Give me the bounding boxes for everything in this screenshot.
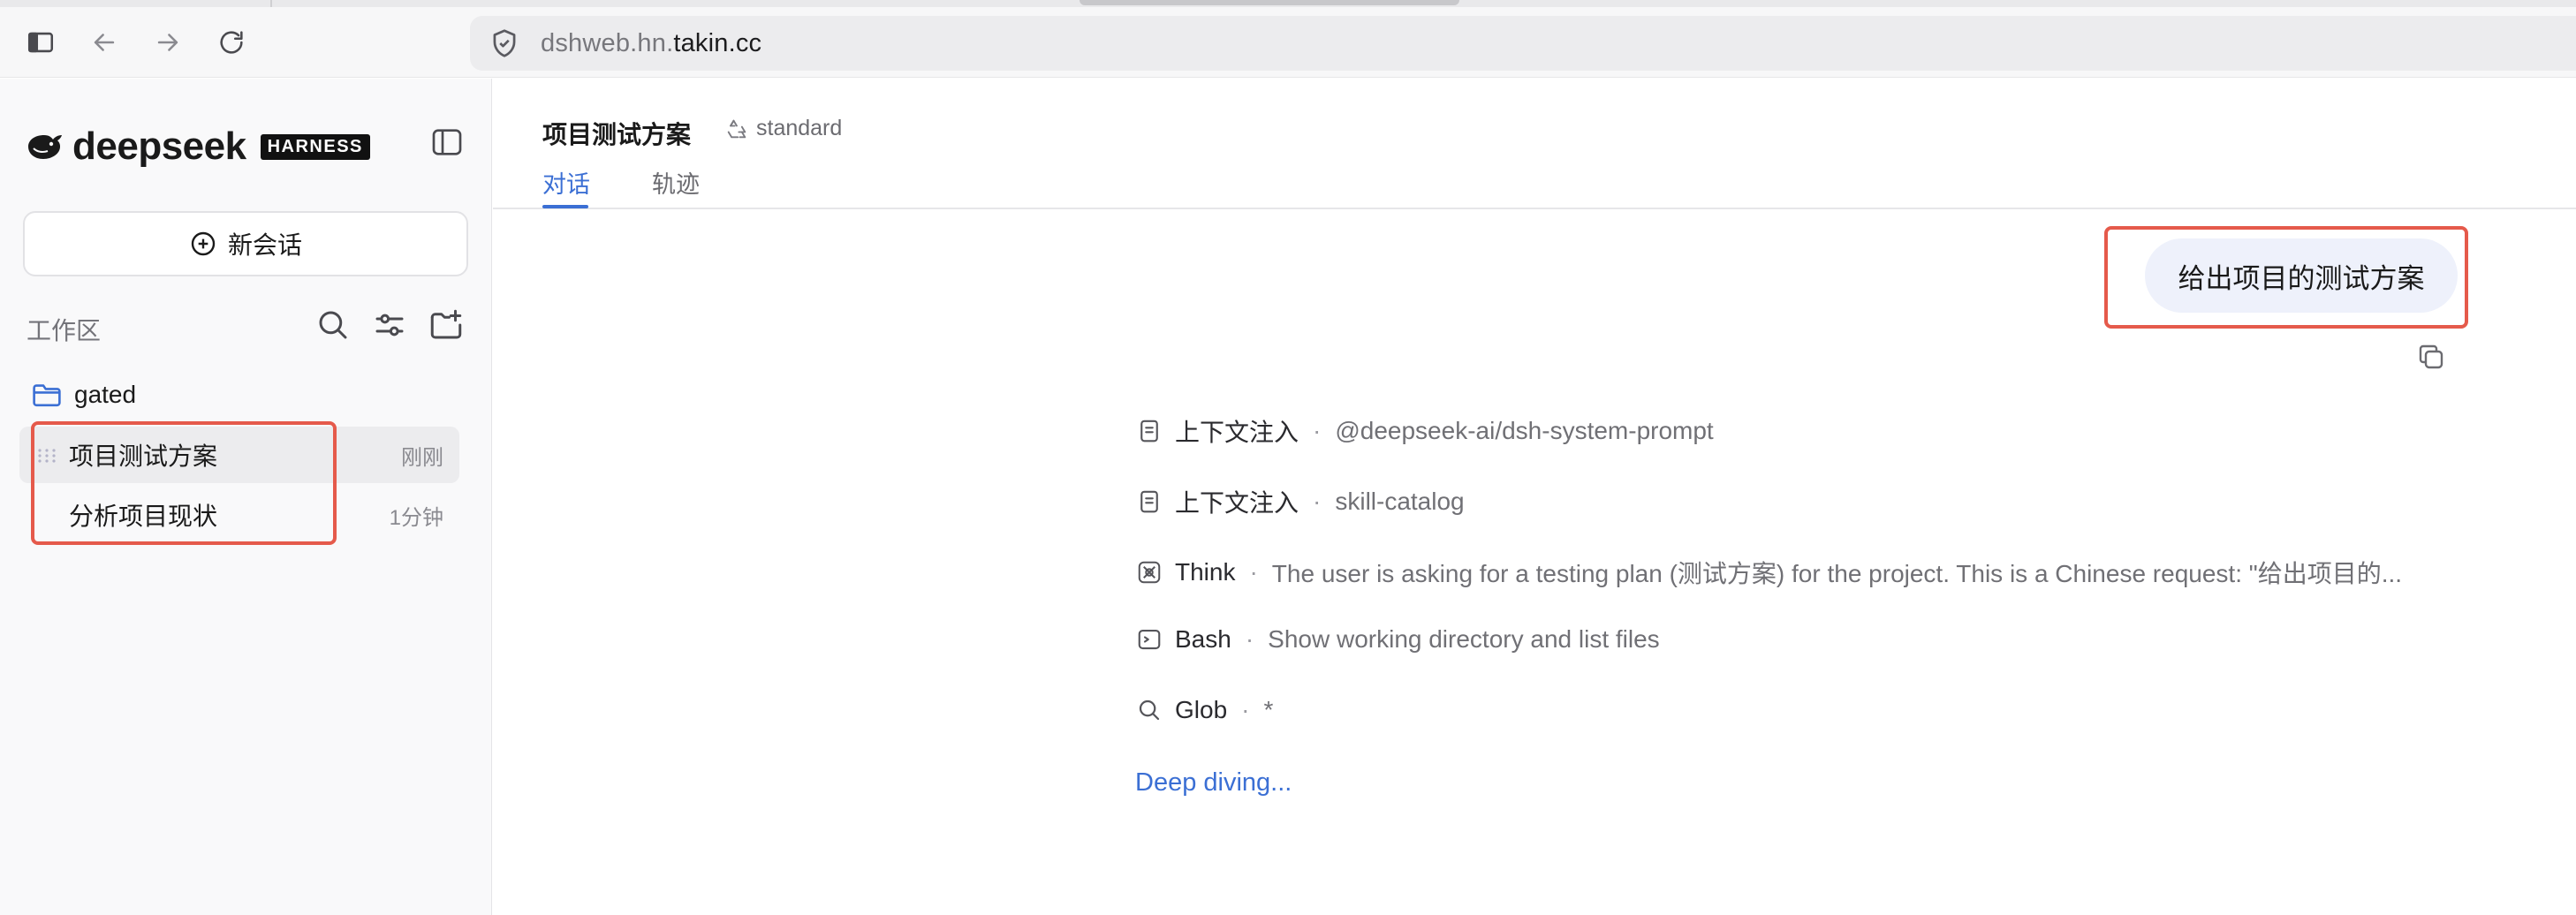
folder-icon bbox=[33, 384, 61, 407]
step-detail: Show working directory and list files bbox=[1268, 625, 1660, 653]
plus-circle-icon bbox=[191, 231, 216, 256]
step-detail: skill-catalog bbox=[1335, 488, 1465, 515]
url-prefix: dshweb.hn. bbox=[541, 28, 674, 57]
session-time: 1分钟 bbox=[389, 505, 443, 530]
highlight-box-sessions bbox=[31, 421, 337, 545]
session-time: 刚刚 bbox=[401, 445, 443, 470]
brand-name: deepseek bbox=[72, 125, 246, 168]
separator-dot: · bbox=[1313, 417, 1322, 444]
mode-indicator: standard bbox=[724, 116, 842, 141]
highlight-box-user-message bbox=[2104, 226, 2468, 329]
step-kind: Glob bbox=[1175, 696, 1228, 723]
arrow-right-icon bbox=[157, 34, 178, 51]
separator-dot: · bbox=[1241, 696, 1250, 723]
brand-logo[interactable]: deepseek HARNESS bbox=[25, 125, 370, 169]
copy-icon[interactable] bbox=[2415, 341, 2447, 373]
collapse-sidebar-icon[interactable] bbox=[429, 125, 465, 160]
separator-dot: · bbox=[1245, 625, 1254, 653]
separator-dot: · bbox=[1249, 558, 1258, 586]
browser-tab-strip bbox=[0, 0, 2576, 7]
think-step[interactable]: Think · The user is asking for a testing… bbox=[1136, 555, 2402, 590]
whale-logo-icon bbox=[28, 135, 62, 159]
tab-separator bbox=[270, 0, 272, 7]
terminal-icon bbox=[1138, 629, 1161, 650]
search-icon bbox=[1139, 699, 1160, 721]
brand-badge: HARNESS bbox=[260, 133, 370, 160]
reload-button[interactable] bbox=[214, 25, 249, 60]
arrow-left-icon bbox=[94, 34, 115, 51]
recycle-icon bbox=[727, 119, 746, 138]
folder-item-gated[interactable]: gated bbox=[32, 381, 136, 409]
reload-icon bbox=[220, 31, 243, 54]
glob-step[interactable]: Glob · * bbox=[1136, 696, 1273, 724]
url-host: takin.cc bbox=[673, 28, 762, 57]
forward-button[interactable] bbox=[150, 25, 186, 60]
context-injection-step[interactable]: 上下文注入 · skill-catalog bbox=[1136, 484, 1465, 519]
step-kind: 上下文注入 bbox=[1175, 419, 1299, 446]
folder-name: gated bbox=[74, 381, 137, 408]
shield-icon bbox=[493, 29, 516, 57]
page-title: 项目测试方案 bbox=[542, 121, 692, 148]
new-chat-button[interactable]: 新会话 bbox=[23, 211, 468, 276]
search-icon[interactable] bbox=[314, 306, 352, 344]
back-button[interactable] bbox=[87, 25, 122, 60]
tab-chat[interactable]: 对话 bbox=[542, 165, 590, 200]
workspace-label: 工作区 bbox=[27, 317, 102, 344]
conversation-header: 项目测试方案 standard 对话 轨迹 bbox=[493, 79, 2576, 209]
filter-icon[interactable] bbox=[371, 306, 408, 344]
status-text: Deep diving... bbox=[1135, 768, 1292, 797]
url-text: dshweb.hn.takin.cc bbox=[541, 29, 761, 58]
bash-step[interactable]: Bash · Show working directory and list f… bbox=[1136, 625, 1660, 654]
new-chat-label: 新会话 bbox=[227, 231, 302, 259]
separator-dot: · bbox=[1313, 488, 1322, 515]
context-injection-step[interactable]: 上下文注入 · @deepseek-ai/dsh-system-prompt bbox=[1136, 413, 1714, 449]
step-kind: Bash bbox=[1175, 625, 1231, 653]
step-detail: @deepseek-ai/dsh-system-prompt bbox=[1335, 417, 1714, 444]
step-detail: The user is asking for a testing plan (测… bbox=[1271, 560, 2403, 587]
tab-trace[interactable]: 轨迹 bbox=[652, 165, 700, 200]
tab-handle[interactable] bbox=[1080, 0, 1459, 5]
brain-icon bbox=[1138, 561, 1161, 584]
new-folder-icon[interactable] bbox=[428, 306, 465, 344]
sidebar-icon bbox=[27, 32, 54, 53]
step-kind: Think bbox=[1175, 558, 1236, 586]
sidebar-toggle-button[interactable] bbox=[23, 25, 58, 60]
browser-toolbar: dshweb.hn.takin.cc bbox=[0, 0, 2576, 78]
sidebar: deepseek HARNESS 新会话 工作区 gated 项目测试方案 刚刚 bbox=[0, 79, 492, 915]
active-tab-indicator bbox=[542, 205, 588, 208]
mode-label: standard bbox=[756, 116, 843, 140]
document-icon bbox=[1140, 490, 1158, 513]
address-bar[interactable]: dshweb.hn.takin.cc bbox=[470, 16, 2576, 71]
step-kind: 上下文注入 bbox=[1175, 489, 1299, 517]
document-icon bbox=[1140, 420, 1158, 442]
step-detail: * bbox=[1263, 696, 1274, 723]
